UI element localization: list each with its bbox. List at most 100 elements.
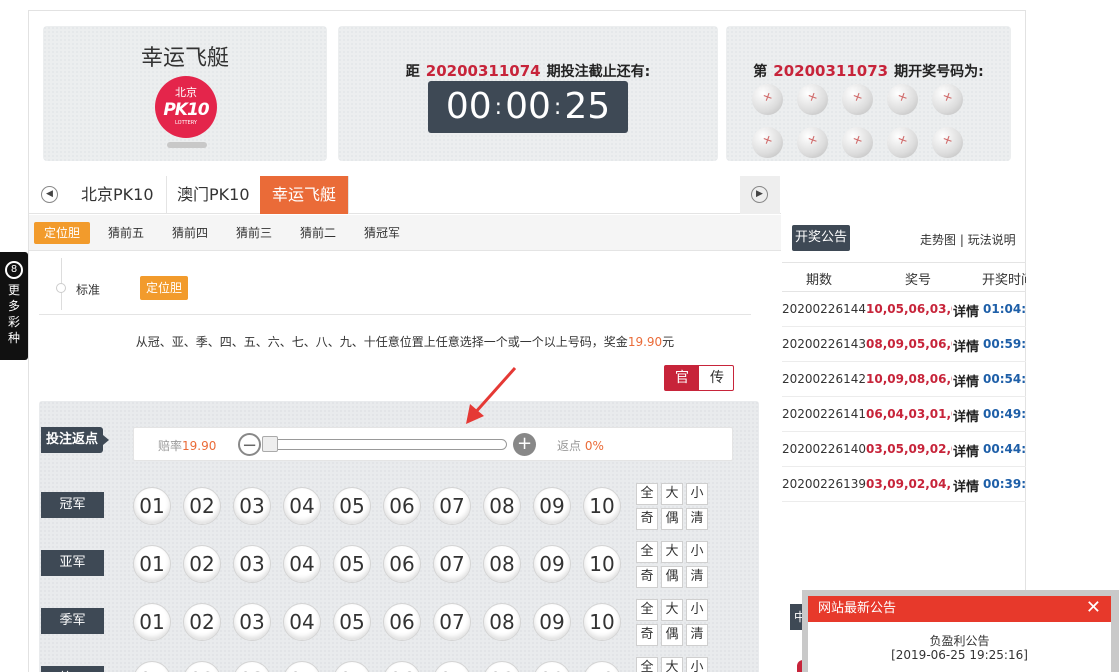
number-ball[interactable]: 07	[433, 545, 471, 583]
number-ball[interactable]: 02	[183, 661, 221, 672]
number-ball[interactable]: 02	[183, 545, 221, 583]
rebate-label: 投注返点	[41, 427, 109, 453]
notice-date: [2019-06-25 19:25:16]	[891, 648, 1028, 662]
number-ball[interactable]: 09	[533, 661, 571, 672]
filter-button[interactable]: 奇	[636, 508, 658, 530]
result-detail[interactable]: 详情	[953, 336, 979, 355]
number-ball[interactable]: 04	[283, 661, 321, 672]
number-ball[interactable]: 10	[583, 661, 621, 672]
number-ball[interactable]: 04	[283, 545, 321, 583]
filter-button[interactable]: 小	[686, 657, 708, 672]
number-ball[interactable]: 03	[233, 487, 271, 525]
number-ball[interactable]: 02	[183, 487, 221, 525]
number-ball[interactable]: 10	[583, 603, 621, 641]
more-lotteries-tab[interactable]: 8 更 多 彩 种	[0, 252, 28, 360]
number-ball[interactable]: 09	[533, 545, 571, 583]
number-ball[interactable]: 09	[533, 603, 571, 641]
number-ball[interactable]: 05	[333, 545, 371, 583]
subtab-guess-champion[interactable]: 猜冠军	[354, 222, 410, 244]
number-ball[interactable]: 06	[383, 487, 421, 525]
number-ball[interactable]: 06	[383, 603, 421, 641]
number-ball[interactable]: 06	[383, 661, 421, 672]
filter-button[interactable]: 偶	[661, 566, 683, 588]
filter-button[interactable]: 全	[636, 599, 658, 621]
result-detail[interactable]: 详情	[953, 476, 979, 495]
tab-macau-pk10[interactable]: 澳门PK10	[165, 176, 263, 214]
notice-link[interactable]: 负盈利公告	[808, 632, 1111, 649]
number-ball[interactable]: 05	[333, 603, 371, 641]
scroll-right-icon[interactable]: ▶	[751, 186, 768, 203]
filter-button[interactable]: 清	[686, 566, 708, 588]
number-ball[interactable]: 07	[433, 603, 471, 641]
number-ball[interactable]: 03	[233, 603, 271, 641]
number-ball[interactable]: 05	[333, 661, 371, 672]
filter-button[interactable]: 偶	[661, 508, 683, 530]
filter-button[interactable]: 偶	[661, 624, 683, 646]
filter-button[interactable]: 小	[686, 483, 708, 505]
filter-button[interactable]: 大	[661, 657, 683, 672]
number-ball[interactable]: 08	[483, 661, 521, 672]
subtab-guess-top5[interactable]: 猜前五	[98, 222, 154, 244]
result-period: 20200226140	[782, 442, 866, 456]
filter-button[interactable]: 奇	[636, 566, 658, 588]
number-ball[interactable]: 03	[233, 661, 271, 672]
bet-area: 投注返点 赔率19.90 − + 返点 0% 冠军 01 02 03 04 05 06 07 0…	[39, 401, 759, 672]
filter-button[interactable]: 清	[686, 508, 708, 530]
results-links[interactable]: 走势图 | 玩法说明	[920, 231, 1016, 248]
result-numbers: 06,04,03,01,0...	[866, 407, 952, 421]
number-ball[interactable]: 01	[133, 545, 171, 583]
filter-button[interactable]: 奇	[636, 624, 658, 646]
bet-row-label: 冠军	[41, 492, 104, 518]
number-ball[interactable]: 01	[133, 603, 171, 641]
filter-button[interactable]: 全	[636, 483, 658, 505]
filter-button[interactable]: 大	[661, 599, 683, 621]
subtab-guess-top4[interactable]: 猜前四	[162, 222, 218, 244]
number-ball[interactable]: 06	[383, 545, 421, 583]
number-ball[interactable]: 10	[583, 545, 621, 583]
result-period: 20200226141	[782, 407, 866, 421]
number-ball[interactable]: 07	[433, 487, 471, 525]
number-ball[interactable]: 08	[483, 603, 521, 641]
rebate-percent-text: 返点 0%	[557, 439, 604, 453]
play-type-tabs: 定位胆 猜前五 猜前四 猜前三 猜前二 猜冠军	[29, 215, 781, 251]
filter-button[interactable]: 大	[661, 541, 683, 563]
number-ball[interactable]: 08	[483, 487, 521, 525]
number-ball[interactable]: 02	[183, 603, 221, 641]
increase-icon[interactable]: +	[513, 433, 536, 456]
result-detail[interactable]: 详情	[953, 371, 979, 390]
close-icon[interactable]: ✕	[1086, 596, 1101, 620]
result-detail[interactable]: 详情	[953, 441, 979, 460]
number-ball[interactable]: 03	[233, 545, 271, 583]
number-ball[interactable]: 04	[283, 603, 321, 641]
subtab-position[interactable]: 定位胆	[34, 222, 91, 244]
subtab-guess-top3[interactable]: 猜前三	[226, 222, 282, 244]
number-ball[interactable]: 10	[583, 487, 621, 525]
filter-button[interactable]: 小	[686, 541, 708, 563]
filter-button[interactable]: 小	[686, 599, 708, 621]
mode-official-button[interactable]: 官	[665, 366, 699, 390]
number-ball[interactable]: 07	[433, 661, 471, 672]
mode-traditional-button[interactable]: 传	[700, 366, 734, 390]
filter-button[interactable]: 清	[686, 624, 708, 646]
tab-beijing-pk10[interactable]: 北京PK10	[69, 176, 167, 214]
filter-button[interactable]: 全	[636, 541, 658, 563]
tab-lucky-airship[interactable]: 幸运飞艇	[260, 176, 350, 214]
filter-button[interactable]: 全	[636, 657, 658, 672]
subtab-guess-top2[interactable]: 猜前二	[290, 222, 346, 244]
result-time: 01:04:0	[983, 302, 1026, 316]
filter-button[interactable]: 大	[661, 483, 683, 505]
number-ball[interactable]: 01	[133, 661, 171, 672]
decrease-icon[interactable]: −	[238, 433, 261, 456]
position-bet-button[interactable]: 定位胆	[140, 276, 189, 300]
result-detail[interactable]: 详情	[953, 301, 979, 320]
result-period: 20200226139	[782, 477, 866, 491]
rebate-slider-track[interactable]	[264, 439, 507, 450]
number-ball[interactable]: 01	[133, 487, 171, 525]
scroll-left-icon[interactable]: ◀	[41, 186, 58, 203]
number-ball[interactable]: 05	[333, 487, 371, 525]
number-ball[interactable]: 09	[533, 487, 571, 525]
number-ball[interactable]: 08	[483, 545, 521, 583]
number-ball[interactable]: 04	[283, 487, 321, 525]
result-detail[interactable]: 详情	[953, 406, 979, 425]
rebate-slider-handle[interactable]	[262, 436, 278, 452]
